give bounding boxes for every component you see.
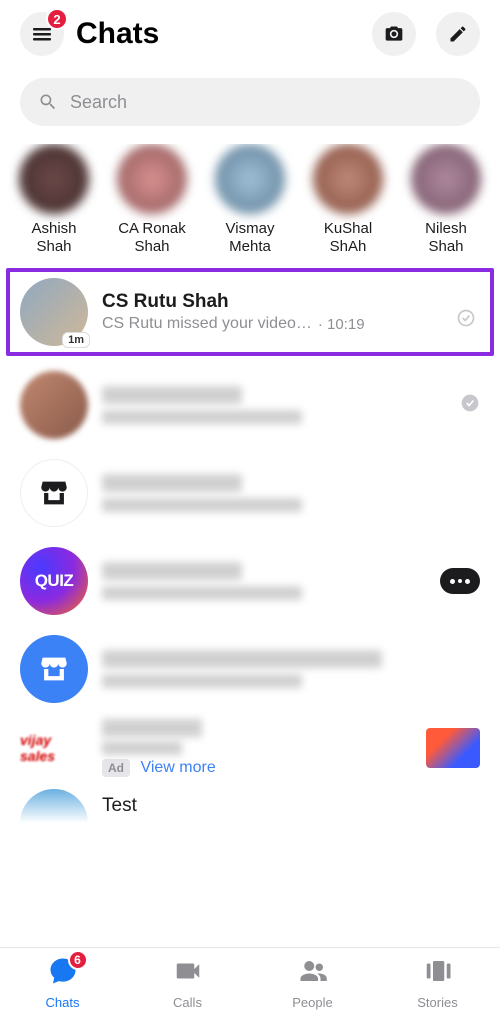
chat-preview-blurred xyxy=(102,410,302,424)
people-icon xyxy=(298,956,328,986)
quiz-avatar: QUIZ xyxy=(20,547,88,615)
story-item[interactable]: CA Ronak Shah xyxy=(112,144,192,256)
story-avatar xyxy=(215,144,285,214)
nav-label: People xyxy=(292,995,332,1010)
nav-chats-badge: 6 xyxy=(68,950,88,970)
compose-button[interactable] xyxy=(436,12,480,56)
story-name: Ashish Shah xyxy=(14,220,94,256)
search-input[interactable]: Search xyxy=(20,78,480,126)
video-icon xyxy=(173,956,203,986)
nav-label: Stories xyxy=(417,995,457,1010)
chat-avatar: 1m xyxy=(20,278,88,346)
story-name: KuShal ShAh xyxy=(308,220,388,256)
chat-list: 1m CS Rutu Shah CS Rutu missed your vide… xyxy=(0,268,500,947)
camera-button[interactable] xyxy=(372,12,416,56)
bottom-nav: 6 Chats Calls People Stories xyxy=(0,947,500,1024)
delivery-status-icon xyxy=(460,393,480,418)
header: 2 Chats xyxy=(0,0,500,64)
story-avatar xyxy=(313,144,383,214)
chat-text xyxy=(102,562,426,600)
chat-preview-blurred xyxy=(102,674,302,688)
pencil-icon xyxy=(448,24,468,44)
chat-time: · 10:19 xyxy=(318,316,365,333)
nav-stories[interactable]: Stories xyxy=(375,956,500,1010)
chat-row-highlighted[interactable]: 1m CS Rutu Shah CS Rutu missed your vide… xyxy=(6,268,494,356)
chat-preview: CS Rutu missed your video… xyxy=(102,315,312,333)
page-title: Chats xyxy=(76,17,352,51)
chat-preview-blurred xyxy=(102,586,302,600)
ad-thumbnail xyxy=(426,728,480,768)
story-avatar xyxy=(411,144,481,214)
chat-text xyxy=(102,650,480,688)
ad-text: Ad View more xyxy=(102,719,412,777)
ad-view-more-link[interactable]: View more xyxy=(140,759,215,776)
chat-name-blurred xyxy=(102,650,382,668)
story-item[interactable]: Ashish Shah xyxy=(14,144,94,256)
avatar-activity-badge: 1m xyxy=(62,332,90,348)
stories-icon xyxy=(423,956,453,986)
chat-row-marketplace[interactable] xyxy=(0,449,500,537)
chat-name: Test xyxy=(102,795,137,817)
marketplace-blue-icon xyxy=(20,635,88,703)
search-icon xyxy=(38,92,58,112)
story-avatar xyxy=(117,144,187,214)
menu-badge: 2 xyxy=(46,8,68,30)
chat-row-partial[interactable]: Test xyxy=(0,785,500,823)
chat-row-marketplace-alt[interactable] xyxy=(0,625,500,713)
stories-row: Ashish Shah CA Ronak Shah Vismay Mehta K… xyxy=(0,144,500,268)
story-name: Nilesh Shah xyxy=(406,220,486,256)
chat-name-blurred xyxy=(102,386,242,404)
nav-label: Chats xyxy=(46,995,80,1010)
story-name: CA Ronak Shah xyxy=(112,220,192,256)
marketplace-icon xyxy=(20,459,88,527)
camera-icon xyxy=(384,24,404,44)
story-item[interactable]: Vismay Mehta xyxy=(210,144,290,256)
chat-avatar xyxy=(20,371,88,439)
nav-label: Calls xyxy=(173,995,202,1010)
nav-chats[interactable]: 6 Chats xyxy=(0,956,125,1010)
menu-button[interactable]: 2 xyxy=(20,12,64,56)
ad-row[interactable]: vijay sales Ad View more xyxy=(0,713,500,785)
chat-row[interactable] xyxy=(0,361,500,449)
ad-preview-blurred xyxy=(102,741,182,755)
chat-preview-blurred xyxy=(102,498,302,512)
ad-logo: vijay sales xyxy=(20,728,88,768)
chat-text xyxy=(102,386,434,424)
story-avatar xyxy=(19,144,89,214)
story-item[interactable]: KuShal ShAh xyxy=(308,144,388,256)
search-placeholder: Search xyxy=(70,92,127,113)
chat-avatar xyxy=(20,789,88,823)
story-item[interactable]: Nilesh Shah xyxy=(406,144,486,256)
nav-calls[interactable]: Calls xyxy=(125,956,250,1010)
ad-badge: Ad xyxy=(102,759,130,777)
chat-text: CS Rutu Shah CS Rutu missed your video… … xyxy=(102,291,480,333)
game-controller-icon xyxy=(440,568,480,594)
chat-text xyxy=(102,474,480,512)
ad-name-blurred xyxy=(102,719,202,737)
chat-name-blurred xyxy=(102,474,242,492)
nav-people[interactable]: People xyxy=(250,956,375,1010)
chat-row-quiz[interactable]: QUIZ xyxy=(0,537,500,625)
story-name: Vismay Mehta xyxy=(210,220,290,256)
chat-name-blurred xyxy=(102,562,242,580)
chat-name: CS Rutu Shah xyxy=(102,291,480,313)
quiz-label: QUIZ xyxy=(35,571,74,591)
